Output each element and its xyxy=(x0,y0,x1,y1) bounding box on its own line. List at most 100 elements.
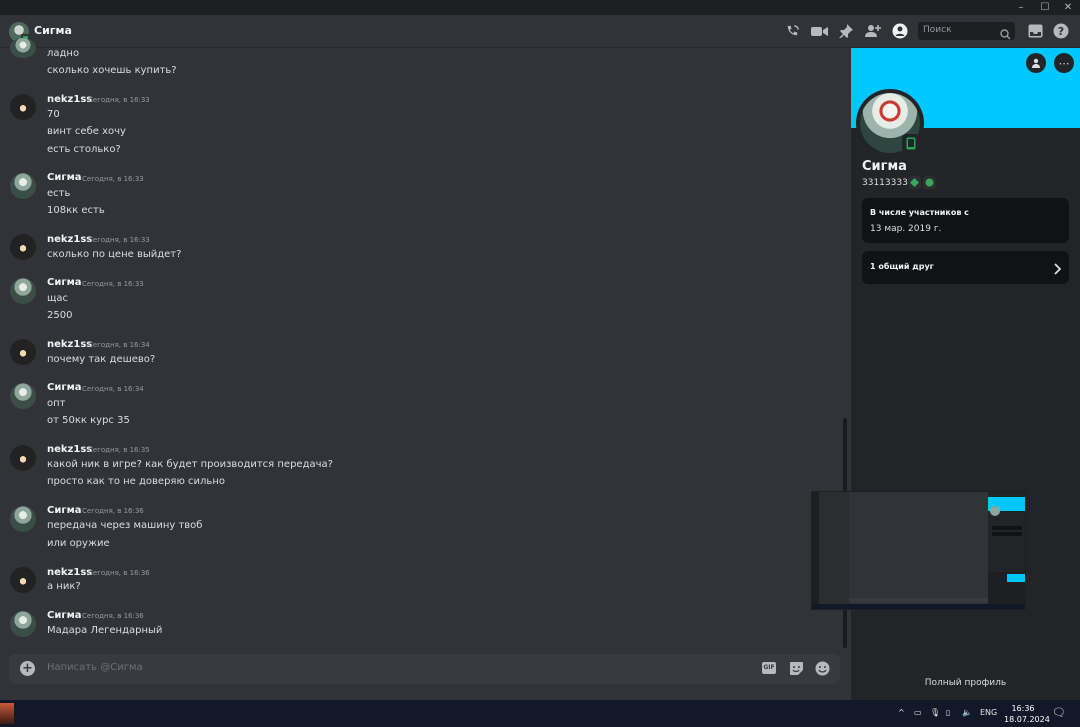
member-since-heading: В числе участников с xyxy=(870,208,969,217)
tray-expand-icon[interactable]: ^ xyxy=(898,708,905,717)
username[interactable]: Сигма xyxy=(47,505,82,516)
message-text: почему так дешево? xyxy=(47,354,156,365)
username[interactable]: nekz1ss xyxy=(47,234,92,245)
message-text: есть столько? xyxy=(47,144,121,155)
message-text: сколько хочешь купить? xyxy=(47,65,177,76)
gif-button[interactable]: GIF xyxy=(762,662,776,674)
avatar[interactable] xyxy=(10,173,36,199)
avatar[interactable] xyxy=(10,383,36,409)
minimize-button[interactable]: – xyxy=(1009,0,1033,15)
window-titlebar: – ☐ ✕ xyxy=(0,0,1080,15)
dm-header: Сигма Поиск ? xyxy=(0,15,1080,48)
timestamp: Сегодня, в 16:36 xyxy=(88,569,150,577)
username[interactable]: nekz1ss xyxy=(47,444,92,455)
tray-network-icon[interactable]: ▭ xyxy=(914,708,922,717)
search-input[interactable]: Поиск xyxy=(918,22,1015,40)
microphone-icon[interactable]: 🎙 xyxy=(930,708,940,717)
message-text: 70 xyxy=(47,109,60,120)
username[interactable]: Сигма xyxy=(47,277,82,288)
timestamp: Сегодня, в 16:36 xyxy=(82,507,144,515)
pinned-messages-icon[interactable] xyxy=(837,22,855,40)
message-list[interactable]: ладно сколько хочешь купить? nekz1ss Сег… xyxy=(0,38,850,648)
dm-title: Сигма xyxy=(34,24,72,37)
avatar[interactable] xyxy=(10,38,36,58)
mutual-friends-row[interactable]: 1 общий друг xyxy=(862,251,1069,284)
avatar[interactable] xyxy=(10,94,36,120)
speaker-icon[interactable]: 🔈 xyxy=(962,708,972,717)
chevron-right-icon xyxy=(1053,260,1062,279)
help-icon[interactable]: ? xyxy=(1052,22,1070,40)
username[interactable]: Сигма xyxy=(47,382,82,393)
svg-text:?: ? xyxy=(1058,25,1064,38)
message-text: какой ник в игре? как будет производится… xyxy=(47,459,333,470)
message-input-placeholder: Написать @Сигма xyxy=(47,662,143,673)
username[interactable]: Сигма xyxy=(47,610,82,621)
sticker-icon[interactable] xyxy=(789,661,804,676)
timestamp: Сегодня, в 16:36 xyxy=(82,612,144,620)
hypesquad-badge-icon[interactable] xyxy=(908,176,921,189)
profile-username: 33113333 xyxy=(862,178,908,188)
close-window-button[interactable]: ✕ xyxy=(1056,0,1080,15)
os-taskbar: ^ ▭ 🎙 ▯ 🔈 ENG 16:36 18.07.2024 🗨 xyxy=(0,700,1080,727)
message-text: передача через машину твоб xyxy=(47,520,203,531)
avatar[interactable] xyxy=(10,234,36,260)
avatar[interactable] xyxy=(10,339,36,365)
message-text: от 50кк курс 35 xyxy=(47,415,130,426)
message-text: 108кк есть xyxy=(47,205,105,216)
avatar[interactable] xyxy=(10,278,36,304)
timestamp: Сегодня, в 16:34 xyxy=(82,385,144,393)
timestamp: Сегодня, в 16:33 xyxy=(82,280,144,288)
attach-plus-button[interactable]: + xyxy=(20,661,35,676)
inbox-icon[interactable] xyxy=(1026,22,1044,40)
search-placeholder: Поиск xyxy=(923,25,952,35)
timestamp: Сегодня, в 16:33 xyxy=(88,96,150,104)
notifications-icon[interactable]: 🗨 xyxy=(1052,706,1066,719)
message-text: сколько по цене выйдет? xyxy=(47,249,182,260)
add-friends-icon[interactable] xyxy=(864,22,882,40)
message-composer[interactable]: + Написать @Сигма GIF xyxy=(9,654,840,684)
timestamp: Сегодня, в 16:35 xyxy=(88,446,150,454)
timestamp: Сегодня, в 16:33 xyxy=(88,236,150,244)
message-text: а ник? xyxy=(47,581,81,592)
mutual-friends-label: 1 общий друг xyxy=(870,262,934,271)
avatar[interactable] xyxy=(10,611,36,637)
message-text: 2500 xyxy=(47,310,73,321)
username[interactable]: nekz1ss xyxy=(47,94,92,105)
taskbar-app-icon[interactable] xyxy=(0,703,14,724)
timestamp: Сегодня, в 16:33 xyxy=(82,175,144,183)
clock-date: 18.07.2024 xyxy=(1004,715,1050,724)
user-profile-toggle-icon[interactable] xyxy=(891,22,909,40)
message-text: опт xyxy=(47,398,66,409)
avatar[interactable] xyxy=(10,445,36,471)
more-options-icon[interactable]: ⋯ xyxy=(1054,53,1074,73)
nitro-badge-icon[interactable] xyxy=(923,176,936,189)
profile-avatar[interactable] xyxy=(856,89,924,157)
member-since-date: 13 мар. 2019 г. xyxy=(870,224,942,234)
message-text: Мадара Легендарный xyxy=(47,625,163,636)
message-text: винт себе хочу xyxy=(47,126,126,137)
maximize-button[interactable]: ☐ xyxy=(1033,0,1057,15)
username[interactable]: nekz1ss xyxy=(47,339,92,350)
avatar[interactable] xyxy=(10,567,36,593)
message-text: щас xyxy=(47,293,69,304)
avatar[interactable] xyxy=(10,506,36,532)
tray-battery-icon[interactable]: ▯ xyxy=(946,708,950,717)
message-text: или оружие xyxy=(47,538,110,549)
window-preview-thumbnail[interactable] xyxy=(811,491,1026,610)
username[interactable]: nekz1ss xyxy=(47,567,92,578)
voice-call-icon[interactable] xyxy=(783,22,801,40)
language-indicator[interactable]: ENG xyxy=(980,708,997,717)
full-profile-link[interactable]: Полный профиль xyxy=(851,678,1080,688)
profile-name: Сигма xyxy=(862,159,907,174)
message-text: ладно xyxy=(47,48,80,59)
video-call-icon[interactable] xyxy=(810,22,828,40)
clock-time: 16:36 xyxy=(1011,704,1035,713)
timestamp: Сегодня, в 16:34 xyxy=(88,341,150,349)
emoji-icon[interactable] xyxy=(815,661,830,676)
member-since-card: В числе участников с 13 мар. 2019 г. xyxy=(862,198,1069,243)
message-text: просто как то не доверяю сильно xyxy=(47,476,225,487)
system-clock[interactable]: 16:36 18.07.2024 xyxy=(1004,703,1050,725)
add-friend-icon[interactable] xyxy=(1026,53,1046,73)
mobile-status-icon xyxy=(902,134,920,152)
username[interactable]: Сигма xyxy=(47,172,82,183)
